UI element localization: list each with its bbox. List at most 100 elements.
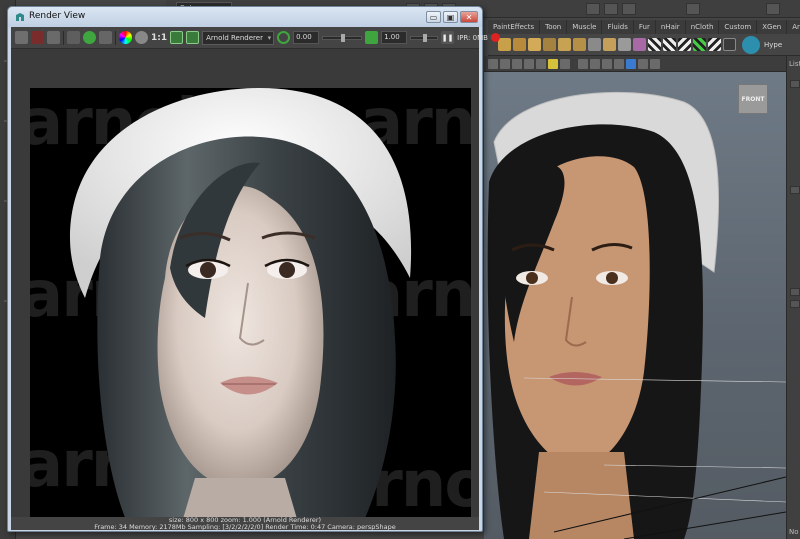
- rendered-image: arnold arnold arnold arnold arnold arnol…: [30, 88, 471, 529]
- panel-button[interactable]: [790, 80, 800, 88]
- shelf-tool-icon[interactable]: [498, 38, 511, 51]
- shelf-tabs: PaintEffects Toon Muscle Fluids Fur nHai…: [488, 20, 800, 34]
- shelf-tool-icon[interactable]: [633, 38, 646, 51]
- maya-app-icon: [16, 13, 24, 21]
- render-canvas-area[interactable]: arnold arnold arnold arnold arnold arnol…: [11, 49, 479, 529]
- shelf-tool-icon[interactable]: [588, 38, 601, 51]
- frame-icon[interactable]: [170, 31, 184, 44]
- toolbar-separator: [115, 30, 116, 45]
- shelf-tool-icon[interactable]: [603, 38, 616, 51]
- render-status-bar: size: 800 x 800 zoom: 1.000 (Arnold Rend…: [11, 517, 479, 530]
- window-title: Render View: [29, 11, 86, 21]
- stop-icon[interactable]: [490, 33, 500, 42]
- ipr-memory-label: IPR: 0MB: [457, 33, 488, 42]
- gate-mask-icon[interactable]: [650, 58, 660, 69]
- viewport-panel[interactable]: FRONT: [484, 72, 786, 539]
- shelf-tool-icon[interactable]: [543, 38, 556, 51]
- shelf-tab[interactable]: nHair: [656, 20, 686, 34]
- viewport-toolbar: [484, 56, 786, 72]
- shelf-tab[interactable]: nCloth: [686, 20, 720, 34]
- shadow-icon[interactable]: [560, 58, 570, 69]
- renderer-select[interactable]: Arnold Renderer ▾: [202, 30, 275, 45]
- xray-joints-icon[interactable]: [602, 58, 612, 69]
- shelf-tool-icon[interactable]: [618, 38, 631, 51]
- status-icon[interactable]: [586, 3, 600, 15]
- no-label: No: [789, 528, 799, 536]
- hud-icon[interactable]: [614, 58, 624, 69]
- real-size-label[interactable]: 1:1: [151, 33, 167, 43]
- shelf-tool-icon[interactable]: [513, 38, 526, 51]
- panel-button[interactable]: [790, 186, 800, 194]
- render-view-titlebar[interactable]: Render View ▭ ▣ ✕: [8, 7, 482, 27]
- maximize-button[interactable]: ▣: [443, 11, 458, 23]
- render-view-toolbar: 1:1 Arnold Renderer ▾ 0.00 1.00 ❚❚ IPR: …: [11, 27, 500, 49]
- list-label: List: [789, 60, 800, 68]
- shelf-tab[interactable]: Fluids: [602, 20, 634, 34]
- shelf-icon-row: Hype: [488, 34, 800, 56]
- hype-icon[interactable]: [742, 35, 760, 54]
- camera-icon[interactable]: [488, 58, 498, 69]
- renderer-select-value: Arnold Renderer: [206, 33, 263, 42]
- viewport-model: [487, 91, 786, 539]
- redo-render-icon[interactable]: [15, 31, 28, 44]
- keep-image-icon[interactable]: [99, 31, 112, 44]
- slider-handle[interactable]: [423, 33, 428, 42]
- resolution-gate-icon[interactable]: [638, 58, 648, 69]
- shelf-tool-icon[interactable]: [573, 38, 586, 51]
- refresh-icon[interactable]: [83, 31, 96, 44]
- status-icon[interactable]: [622, 3, 636, 15]
- wireframe-icon[interactable]: [512, 58, 522, 69]
- gamma-icon[interactable]: [365, 31, 379, 44]
- shelf-tab[interactable]: Toon: [540, 20, 568, 34]
- render-icon[interactable]: [723, 38, 736, 51]
- shelf-tool-icon[interactable]: [558, 38, 571, 51]
- pause-icon[interactable]: ❚❚: [441, 31, 455, 44]
- shelf-tab[interactable]: Muscle: [567, 20, 603, 34]
- status-icon[interactable]: [686, 3, 700, 15]
- smooth-shade-icon[interactable]: [524, 58, 534, 69]
- close-button[interactable]: ✕: [460, 11, 478, 23]
- minimize-button[interactable]: ▭: [426, 11, 441, 23]
- shelf-tab[interactable]: Custom: [719, 20, 758, 34]
- alpha-channel-icon[interactable]: [135, 31, 148, 44]
- color-channels-icon[interactable]: [119, 31, 132, 44]
- xray-icon[interactable]: [590, 58, 600, 69]
- checker-icon[interactable]: [678, 38, 691, 51]
- exposure-icon[interactable]: [277, 31, 291, 44]
- hype-label: Hype: [764, 40, 783, 49]
- texture-icon[interactable]: [536, 58, 546, 69]
- light-icon[interactable]: [548, 58, 558, 69]
- shelf-tab[interactable]: XGen: [757, 20, 788, 34]
- shelf-tab[interactable]: PaintEffects: [488, 20, 541, 34]
- exposure-field[interactable]: 0.00: [293, 31, 320, 44]
- render-portrait: [70, 88, 412, 529]
- shelf-tab[interactable]: Fur: [634, 20, 656, 34]
- safe-frame-icon[interactable]: [626, 58, 636, 69]
- status-icon[interactable]: [604, 3, 618, 15]
- exposure-slider[interactable]: [322, 33, 363, 42]
- snapshot-compare-icon[interactable]: [186, 31, 200, 44]
- status-icon[interactable]: [766, 3, 780, 15]
- ipr-render-icon[interactable]: [31, 31, 44, 44]
- checker-icon[interactable]: [708, 38, 721, 51]
- region-render-icon[interactable]: [67, 31, 80, 44]
- gamma-field[interactable]: 1.00: [381, 31, 408, 44]
- shelf-tab[interactable]: Arnold: [787, 20, 800, 34]
- checker-icon[interactable]: [648, 38, 661, 51]
- panel-button[interactable]: [790, 300, 800, 308]
- snapshot-icon[interactable]: [47, 31, 60, 44]
- isolate-icon[interactable]: [578, 58, 588, 69]
- channel-box-panel: List No: [786, 56, 800, 539]
- grid-icon[interactable]: [500, 58, 510, 69]
- panel-button[interactable]: [790, 288, 800, 296]
- toolbar-separator: [63, 30, 64, 45]
- slider-handle[interactable]: [341, 33, 346, 42]
- gamma-slider[interactable]: [410, 33, 439, 42]
- viewcube[interactable]: FRONT: [738, 84, 768, 114]
- render-view-content: 1:1 Arnold Renderer ▾ 0.00 1.00 ❚❚ IPR: …: [11, 27, 500, 530]
- render-stats-info: Frame: 34 Memory: 2178Mb Sampling: [3/2/…: [94, 522, 396, 531]
- checker-icon[interactable]: [693, 38, 706, 51]
- checker-icon[interactable]: [663, 38, 676, 51]
- shelf-tool-icon[interactable]: [528, 38, 541, 51]
- chevron-down-icon: ▾: [267, 33, 272, 42]
